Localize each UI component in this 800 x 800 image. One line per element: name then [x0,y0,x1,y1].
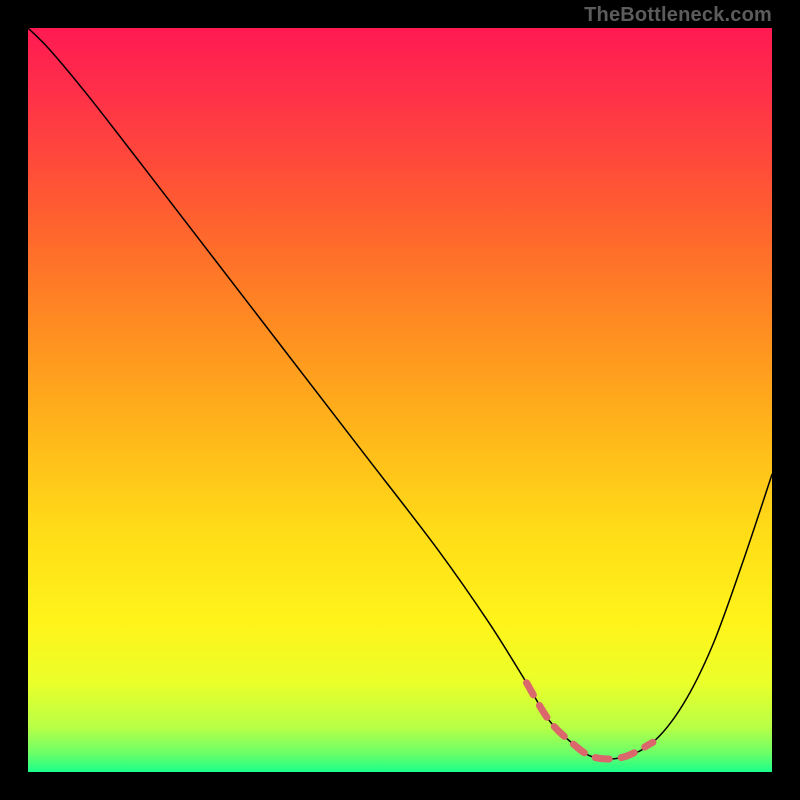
chart-svg [28,28,772,772]
watermark-text: TheBottleneck.com [584,4,772,27]
chart-container: TheBottleneck.com [0,0,800,800]
plot-area [28,28,772,772]
gradient-background [28,28,772,772]
